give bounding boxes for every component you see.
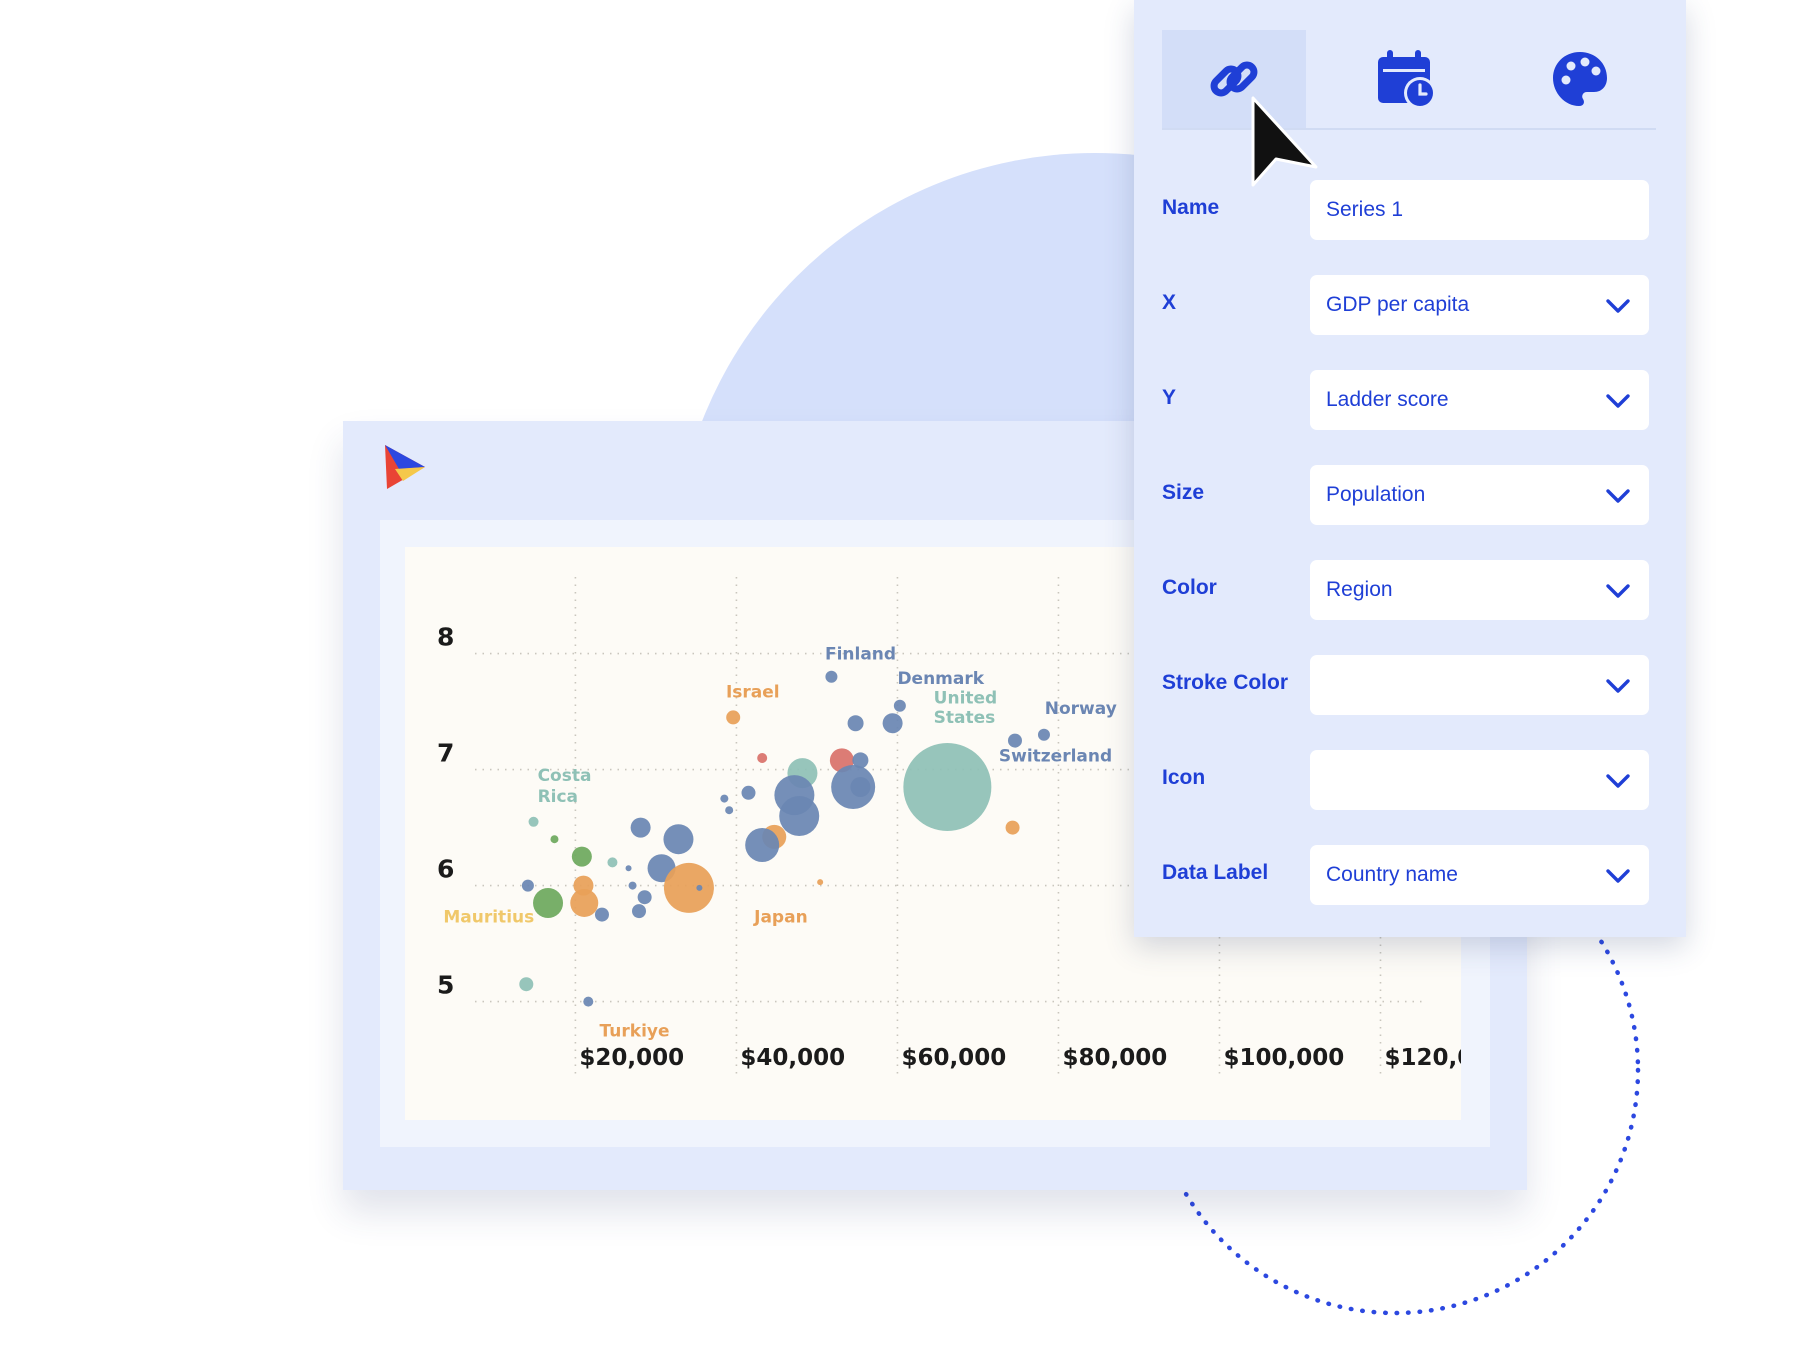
data-bubble: [663, 824, 694, 855]
name-value: Series 1: [1326, 198, 1404, 221]
y-value: Ladder score: [1326, 388, 1449, 411]
data-bubble: [850, 777, 871, 797]
x-axis-ticks: $20,000 $40,000 $60,000 $80,000 $100,000 $120…: [579, 1045, 1461, 1071]
data-label: Turkiye: [600, 1021, 670, 1041]
data-label: Mauritius: [443, 908, 534, 928]
x-tick-label: $120,000: [1384, 1045, 1461, 1071]
data-bubble: [779, 796, 820, 836]
y-axis-ticks: 8 7 6 5: [437, 623, 454, 1000]
y-tick-label: 7: [437, 739, 454, 768]
data-bubble: [726, 710, 741, 725]
color-value: Region: [1326, 578, 1393, 601]
data-label: United: [934, 688, 998, 708]
data-bubble: [630, 817, 651, 838]
data-bubble: [847, 715, 864, 732]
tab-style[interactable]: [1508, 30, 1652, 128]
data-bubble: [521, 879, 534, 892]
label-y: Y: [1162, 386, 1177, 409]
chevron-down-icon: [1606, 679, 1630, 693]
data-bubble: [696, 884, 703, 891]
size-value: Population: [1326, 483, 1426, 506]
data-bubble: [625, 865, 632, 872]
chevron-down-icon: [1606, 394, 1630, 408]
x-tick-label: $20,000: [579, 1045, 684, 1071]
data-label: Israel: [726, 683, 780, 703]
data-bubble: [533, 888, 564, 918]
icon-select[interactable]: [1310, 750, 1649, 810]
data-bubble: [571, 846, 592, 867]
data-bubble: [663, 862, 714, 913]
data-bubble: [637, 890, 652, 905]
chevron-down-icon: [1606, 774, 1630, 788]
data-bubble: [570, 889, 599, 917]
palette-icon: [1553, 52, 1607, 106]
label-stroke-color: Stroke Color: [1162, 671, 1289, 694]
data-bubble: [628, 881, 637, 890]
data-bubble: [825, 670, 838, 683]
data-bubble: [1037, 728, 1050, 741]
data-bubble: [882, 713, 903, 734]
x-select[interactable]: GDP per capita: [1310, 275, 1649, 335]
data-label: States: [934, 708, 996, 728]
x-tick-label: $60,000: [901, 1045, 1006, 1071]
data-bubble: [741, 785, 756, 800]
chevron-down-icon: [1606, 489, 1630, 503]
label-x: X: [1162, 291, 1177, 314]
data-bubble: [550, 835, 559, 844]
data-label: Finland: [825, 644, 896, 664]
data-label: Denmark: [897, 669, 984, 689]
stroke-color-select[interactable]: [1310, 655, 1649, 715]
y-select[interactable]: Ladder score: [1310, 370, 1649, 430]
data-bubble: [607, 857, 618, 868]
y-tick-label: 5: [437, 971, 454, 1000]
label-icon: Icon: [1162, 766, 1206, 789]
x-tick-label: $80,000: [1062, 1045, 1167, 1071]
data-label-select[interactable]: Country name: [1310, 845, 1649, 905]
y-tick-label: 8: [437, 623, 454, 652]
data-label: Japan: [753, 908, 808, 928]
y-tick-label: 6: [437, 855, 454, 884]
data-bubble: [903, 743, 992, 831]
data-bubble: [745, 828, 780, 862]
data-bubble: [757, 753, 768, 763]
data-label: Costa: [538, 766, 592, 786]
data-bubble: [632, 904, 647, 919]
label-data-label: Data Label: [1162, 861, 1269, 884]
data-label: Norway: [1045, 699, 1117, 719]
color-select[interactable]: Region: [1310, 560, 1649, 620]
x-tick-label: $100,000: [1223, 1045, 1344, 1071]
data-bubble: [817, 879, 824, 886]
data-bubble: [893, 699, 906, 712]
data-label-value: Country name: [1326, 863, 1458, 886]
mouse-cursor-icon: [1251, 96, 1318, 187]
data-bubble: [519, 977, 534, 992]
tab-schedule[interactable]: [1334, 30, 1478, 128]
panel-tabs: [1162, 30, 1656, 130]
label-color: Color: [1162, 576, 1217, 599]
name-input[interactable]: Series 1: [1310, 180, 1649, 240]
data-label: Rica: [538, 787, 578, 807]
x-tick-label: $40,000: [740, 1045, 845, 1071]
data-label: Switzerland: [999, 746, 1112, 766]
calendar-clock-icon: [1378, 50, 1436, 109]
data-bubble: [720, 794, 729, 803]
chevron-down-icon: [1606, 299, 1630, 313]
chevron-down-icon: [1606, 869, 1630, 883]
data-bubble: [1005, 820, 1020, 835]
label-name: Name: [1162, 196, 1220, 219]
data-bubble: [583, 996, 594, 1007]
data-bubble: [594, 907, 609, 922]
label-size: Size: [1162, 481, 1205, 504]
series-settings-panel: Name Series 1 X GDP per capita Y Ladder score…: [1134, 0, 1686, 937]
size-select[interactable]: Population: [1310, 465, 1649, 525]
data-bubble: [528, 816, 539, 827]
x-value: GDP per capita: [1326, 293, 1470, 316]
app-logo-icon: [385, 445, 425, 489]
chevron-down-icon: [1606, 584, 1630, 598]
data-bubble: [725, 806, 734, 815]
